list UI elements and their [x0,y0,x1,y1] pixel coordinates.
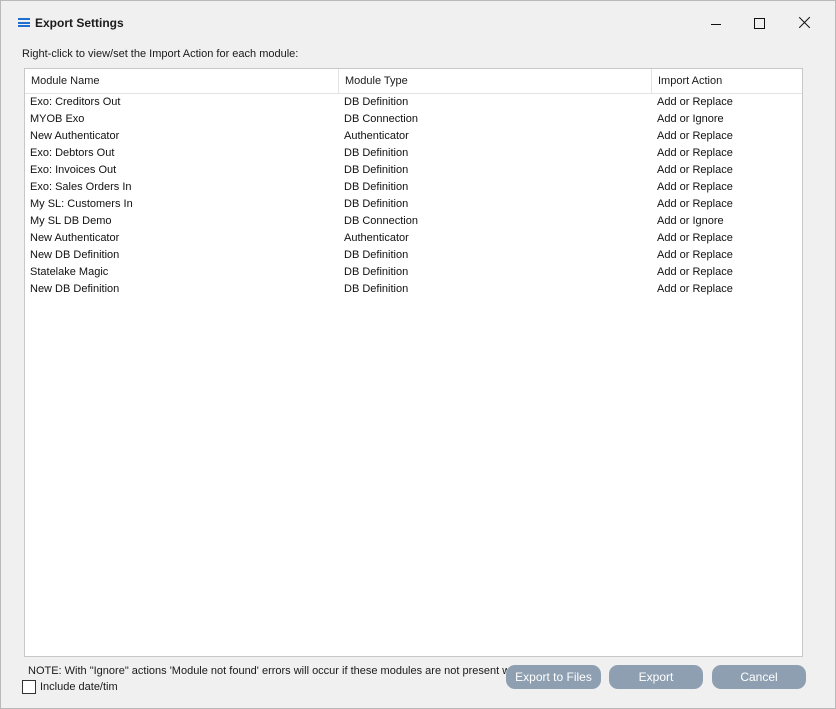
include-date-checkbox[interactable] [22,680,36,694]
close-icon [799,16,811,28]
export-button[interactable]: Export [609,665,703,689]
window-title: Export Settings [35,16,124,30]
module-name-cell: New DB Definition [30,249,120,261]
module-type-cell: DB Connection [344,215,418,227]
module-name-cell: New Authenticator [30,130,120,142]
table-header: Module Name Module Type Import Action [25,69,802,94]
module-type-cell: DB Definition [344,164,409,176]
maximize-icon [754,18,765,29]
import-action-cell[interactable]: Add or Replace [657,162,733,179]
module-name-cell: My SL: Customers In [30,198,133,210]
maximize-button[interactable] [737,1,783,39]
column-header-module-type[interactable]: Module Type [339,69,652,93]
import-action-cell[interactable]: Add or Ignore [657,111,724,128]
module-name-cell: New Authenticator [30,232,120,244]
table-row[interactable]: My SL: Customers In DB Definition Add or R… [25,196,802,213]
table-row[interactable]: Exo: Debtors Out DB Definition Add or Repl… [25,145,802,162]
module-name-cell: MYOB Exo [30,113,85,125]
table-row[interactable]: MYOB Exo DB Connection Add or Ignore [25,111,802,128]
table-row[interactable]: New Authenticator Authenticator Add or Rep… [25,128,802,145]
module-name-cell: My SL DB Demo [30,215,112,227]
include-date-checkbox-row[interactable]: Include date/tim [22,680,132,696]
module-name-cell: Exo: Invoices Out [30,164,117,176]
close-button[interactable] [783,1,829,39]
module-type-cell: DB Definition [344,198,409,210]
module-type-cell: DB Definition [344,266,409,278]
table-row[interactable]: Exo: Invoices Out DB Definition Add or Rep… [25,162,802,179]
module-name-cell: New DB Definition [30,283,120,295]
table-row[interactable]: Statelake Magic DB Definition Add or Repla… [25,264,802,281]
menu-icon [18,18,30,27]
module-name-cell: Statelake Magic [30,266,109,278]
import-action-cell[interactable]: Add or Replace [657,264,733,281]
cancel-button[interactable]: Cancel [712,665,806,689]
module-name-cell: Exo: Sales Orders In [30,181,132,193]
import-action-cell[interactable]: Add or Replace [657,247,733,264]
table-row[interactable]: Exo: Sales Orders In DB Definition Add or … [25,179,802,196]
table-row[interactable]: New Authenticator Authenticator Add or Rep… [25,230,802,247]
module-type-cell: DB Definition [344,249,409,261]
module-type-cell: DB Definition [344,147,409,159]
module-type-cell: DB Definition [344,283,409,295]
table-row[interactable]: Exo: Creditors Out DB Definition Add or Re… [25,94,802,111]
note-text: NOTE: With "Ignore" actions 'Module not … [28,665,508,677]
import-action-cell[interactable]: Add or Replace [657,145,733,162]
table-row[interactable]: My SL DB Demo DB Connection Add or Ignore [25,213,802,230]
import-action-cell[interactable]: Add or Replace [657,128,733,145]
title-bar[interactable]: Export Settings [1,1,835,39]
minimize-button[interactable] [694,1,740,39]
import-action-cell[interactable]: Add or Replace [657,179,733,196]
import-action-cell[interactable]: Add or Ignore [657,213,724,230]
import-action-cell[interactable]: Add or Replace [657,94,733,111]
minimize-icon [711,24,721,25]
include-date-label[interactable]: Include date/tim [40,681,118,693]
instruction-text: Right-click to view/set the Import Actio… [22,48,299,60]
module-type-cell: DB Definition [344,181,409,193]
module-type-cell: Authenticator [344,130,409,142]
export-to-files-button[interactable]: Export to Files [506,665,601,689]
module-name-cell: Exo: Creditors Out [30,96,121,108]
import-action-cell[interactable]: Add or Replace [657,281,733,298]
column-header-module-name[interactable]: Module Name [25,69,339,93]
export-settings-window: Export Settings Right-click to view/set … [0,0,836,709]
table-row[interactable]: New DB Definition DB Definition Add or Rep… [25,281,802,298]
module-type-cell: Authenticator [344,232,409,244]
module-table[interactable]: Module Name Module Type Import Action Ex… [24,68,803,657]
import-action-cell[interactable]: Add or Replace [657,196,733,213]
import-action-cell[interactable]: Add or Replace [657,230,733,247]
module-type-cell: DB Connection [344,113,418,125]
module-type-cell: DB Definition [344,96,409,108]
module-name-cell: Exo: Debtors Out [30,147,115,159]
table-body: Exo: Creditors Out DB Definition Add or Re… [25,94,802,298]
column-header-import-action[interactable]: Import Action [652,69,802,93]
table-row[interactable]: New DB Definition DB Definition Add or Rep… [25,247,802,264]
